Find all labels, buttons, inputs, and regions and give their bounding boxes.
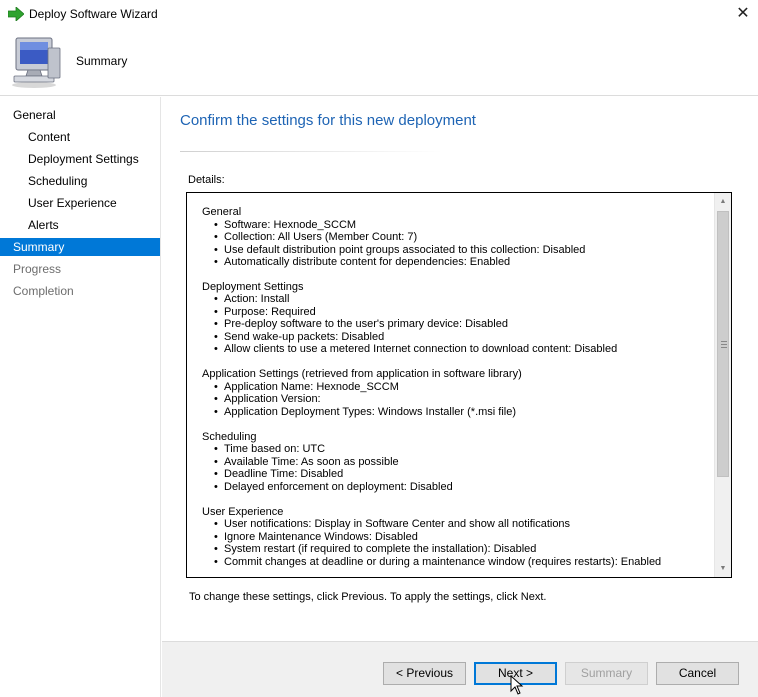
detail-line: Send wake-up packets: Disabled: [214, 331, 712, 344]
details-section-application-settings: Application Settings (retrieved from app…: [202, 368, 712, 418]
sidebar-item-user-experience[interactable]: User Experience: [0, 194, 160, 212]
detail-line: Pre-deploy software to the user's primar…: [214, 318, 712, 331]
wizard-steps-sidebar: General Content Deployment Settings Sche…: [0, 97, 161, 697]
green-arrow-icon: [7, 6, 25, 24]
mouse-pointer-icon: [510, 674, 524, 697]
scroll-up-arrow-icon[interactable]: ▲: [715, 193, 731, 210]
summary-button: Summary: [565, 662, 648, 685]
close-icon[interactable]: ✕: [733, 5, 753, 25]
detail-line: Collection: All Users (Member Count: 7): [214, 231, 712, 244]
section-title: User Experience: [202, 505, 284, 518]
details-section-user-experience: User Experience User notifications: Disp…: [202, 506, 712, 569]
sidebar-item-completion: Completion: [13, 284, 74, 298]
detail-line: Deadline Time: Disabled: [214, 468, 712, 481]
sidebar-item-scheduling[interactable]: Scheduling: [0, 172, 160, 190]
heading-divider: [180, 151, 442, 152]
details-textbox[interactable]: General Software: Hexnode_SCCM Collectio…: [186, 192, 732, 578]
detail-line: Action: Install: [214, 293, 712, 306]
detail-line: Application Version:: [214, 393, 712, 406]
detail-line: User notifications: Display in Software …: [214, 518, 712, 531]
detail-line: Software: Hexnode_SCCM: [214, 219, 712, 232]
detail-line: Use default distribution point groups as…: [214, 244, 712, 257]
section-title: General: [202, 206, 242, 218]
instruction-text: To change these settings, click Previous…: [189, 591, 547, 603]
section-title: Deployment Settings: [202, 280, 304, 293]
detail-line: Delayed enforcement on deployment: Disab…: [214, 481, 712, 494]
sidebar-item-content[interactable]: Content: [0, 128, 160, 146]
scroll-down-arrow-icon[interactable]: ▼: [715, 560, 731, 577]
title-bar: Deploy Software Wizard ✕: [0, 0, 758, 30]
sidebar-item-alerts[interactable]: Alerts: [0, 216, 160, 234]
wizard-header: Summary: [0, 30, 758, 96]
scroll-grip-icon: [721, 341, 727, 348]
details-label: Details:: [188, 174, 225, 186]
page-heading: Confirm the settings for this new deploy…: [180, 112, 476, 129]
detail-line: Allow clients to use a metered Internet …: [214, 343, 712, 356]
detail-line: System restart (if required to complete …: [214, 543, 712, 556]
detail-line: Commit changes at deadline or during a m…: [214, 556, 712, 569]
cancel-button[interactable]: Cancel: [656, 662, 739, 685]
details-section-scheduling: Scheduling Time based on: UTC Available …: [202, 431, 712, 494]
section-title: Scheduling: [202, 430, 257, 443]
details-scrollbar[interactable]: ▲ ▼: [714, 193, 731, 577]
sidebar-item-general[interactable]: General: [0, 106, 160, 124]
details-section-deployment-settings: Deployment Settings Action: Install Purp…: [202, 281, 712, 356]
sidebar-item-deployment-settings[interactable]: Deployment Settings: [0, 150, 160, 168]
sidebar-item-summary[interactable]: Summary: [0, 238, 160, 256]
section-title: Application Settings (retrieved from app…: [202, 368, 522, 381]
details-section-general: General Software: Hexnode_SCCM Collectio…: [202, 206, 712, 269]
detail-line: Time based on: UTC: [214, 443, 712, 456]
previous-button[interactable]: < Previous: [383, 662, 466, 685]
detail-line: Ignore Maintenance Windows: Disabled: [214, 531, 712, 544]
detail-line: Purpose: Required: [214, 306, 712, 319]
step-title: Summary: [76, 54, 128, 68]
detail-line: Automatically distribute content for dep…: [214, 256, 712, 269]
detail-line: Available Time: As soon as possible: [214, 456, 712, 469]
computer-icon: [8, 34, 64, 93]
window-title: Deploy Software Wizard: [29, 7, 158, 21]
detail-line: Application Deployment Types: Windows In…: [214, 406, 712, 419]
scroll-thumb[interactable]: [717, 211, 729, 477]
detail-line: Application Name: Hexnode_SCCM: [214, 381, 712, 394]
sidebar-item-progress: Progress: [13, 262, 62, 276]
details-content: General Software: Hexnode_SCCM Collectio…: [202, 206, 712, 577]
